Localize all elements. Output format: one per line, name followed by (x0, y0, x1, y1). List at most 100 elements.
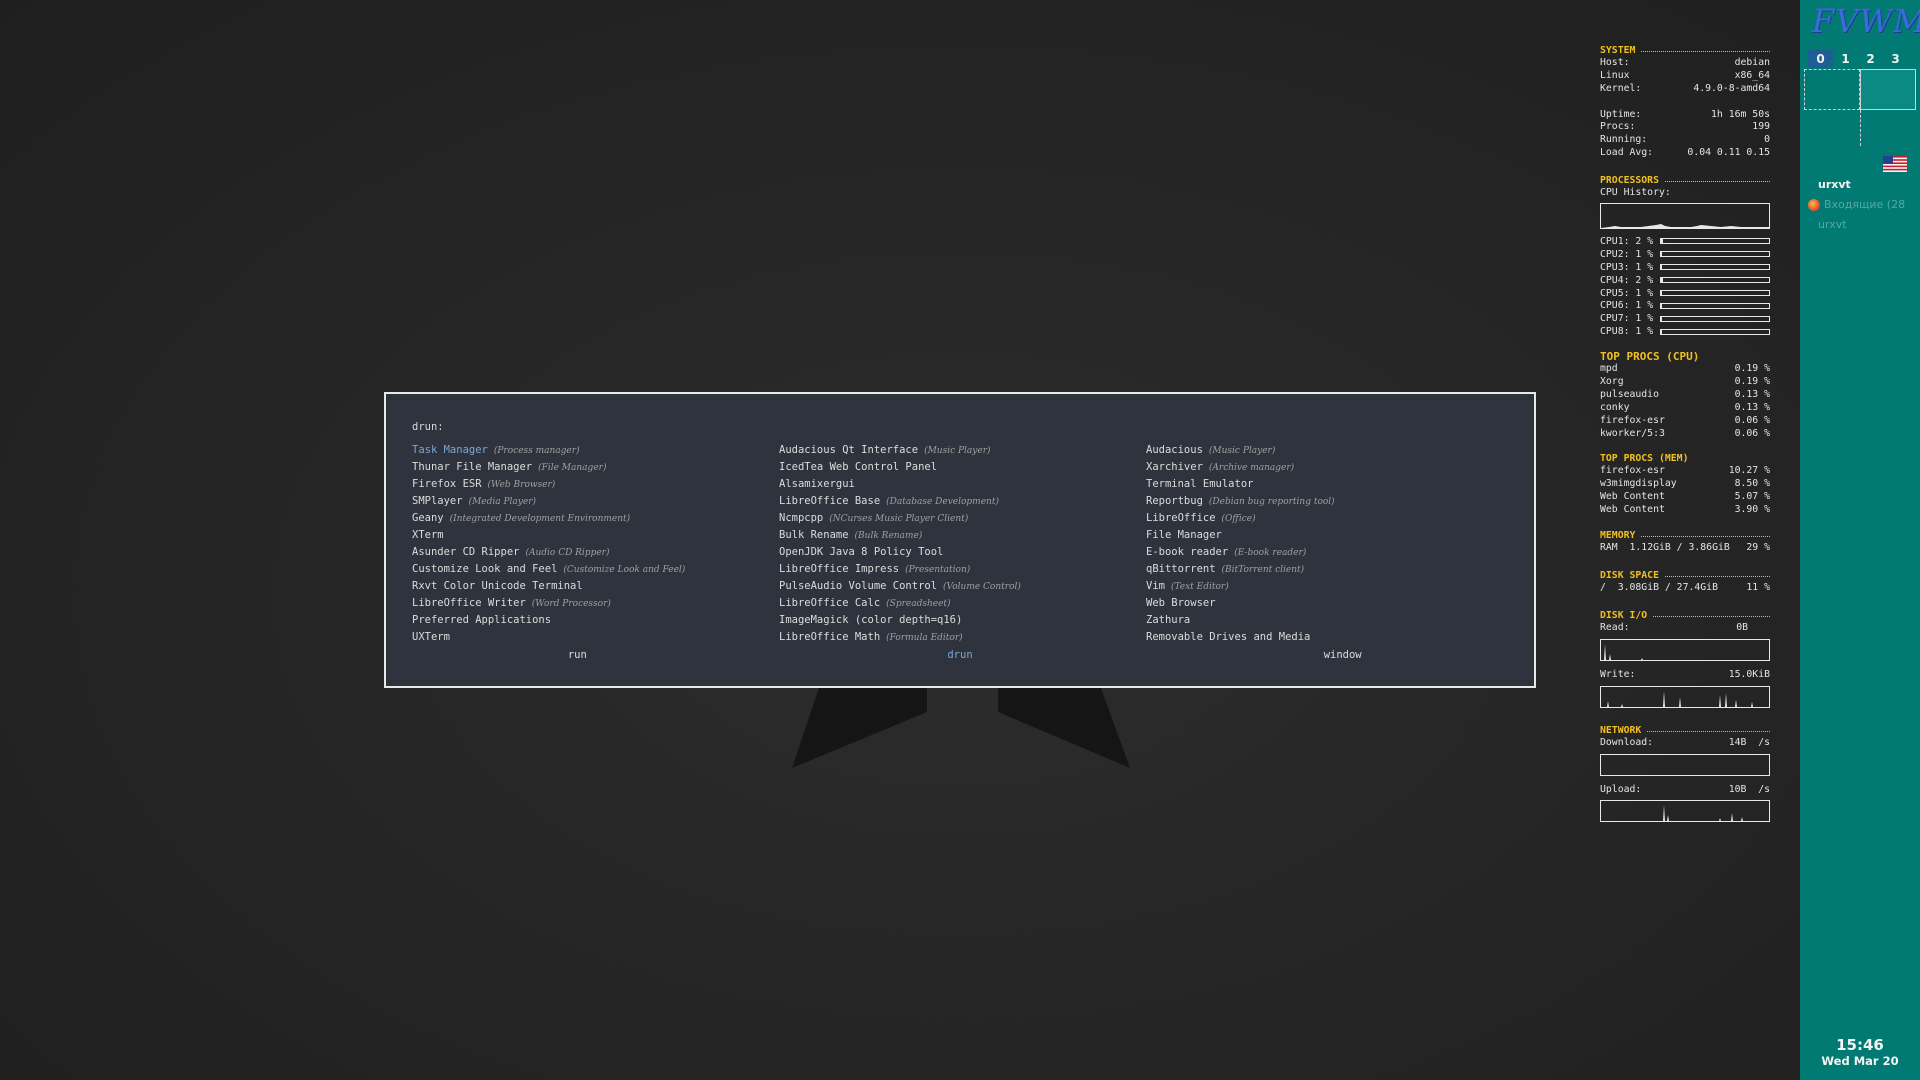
us-flag-icon[interactable] (1883, 156, 1907, 172)
rofi-entry-name: LibreOffice (1146, 512, 1216, 524)
rofi-entry[interactable]: Asunder CD Ripper (Audio CD Ripper) (412, 544, 779, 561)
rofi-mode-window[interactable]: window (1151, 649, 1534, 661)
top-mem-process-row: firefox-esr 10.27 % (1600, 465, 1770, 477)
cpu-label: CPU3: 1 % (1600, 261, 1654, 273)
rofi-entry[interactable]: Zathura (1146, 612, 1516, 629)
section-header-system: SYSTEM (1600, 44, 1770, 57)
desk-tab-2[interactable]: 2 (1858, 50, 1883, 68)
system-info-row: Linux x86_64 (1600, 69, 1770, 81)
top-cpu-process-row: pulseaudio 0.13 % (1600, 388, 1770, 400)
rofi-entry-description: (Text Editor) (1170, 582, 1229, 592)
rofi-entry[interactable]: Alsamixergui (779, 476, 1146, 493)
rofi-entry[interactable]: LibreOffice Writer (Word Processor) (412, 595, 779, 612)
desk-tab-3[interactable]: 3 (1883, 50, 1908, 68)
rofi-entry[interactable]: Task Manager (Process manager) (412, 442, 779, 459)
section-header-top-mem: TOP PROCS (MEM) (1600, 453, 1689, 465)
clock[interactable]: 15:46 Wed Mar 20 (1800, 1036, 1920, 1068)
rofi-entry-name: Thunar File Manager (412, 461, 533, 473)
system-info-row: Running: 0 (1600, 134, 1770, 146)
rofi-entry-description: (BitTorrent client) (1221, 565, 1305, 575)
rofi-entry-name: Customize Look and Feel (412, 563, 558, 575)
rofi-entry-name: Removable Drives and Media (1146, 631, 1311, 643)
taskbar-item-firefox[interactable]: Входящие (28 (1808, 198, 1905, 211)
rofi-entry[interactable]: Vim (Text Editor) (1146, 578, 1516, 595)
rofi-entry[interactable]: OpenJDK Java 8 Policy Tool (779, 544, 1146, 561)
rofi-entry[interactable]: LibreOffice Math (Formula Editor) (779, 629, 1146, 646)
rofi-entry[interactable]: Firefox ESR (Web Browser) (412, 476, 779, 493)
rofi-mode-run[interactable]: run (386, 649, 769, 661)
rofi-entry-description: (Integrated Development Environment) (449, 514, 631, 524)
rofi-app-list: Task Manager (Process manager) Thunar File… (412, 442, 1516, 646)
rofi-entry[interactable]: XTerm (412, 527, 779, 544)
rofi-entry-name: Xarchiver (1146, 461, 1203, 473)
rofi-entry[interactable]: Xarchiver (Archive manager) (1146, 459, 1516, 476)
rofi-entry[interactable]: Thunar File Manager (File Manager) (412, 459, 779, 476)
taskbar-item-urxvt-2[interactable]: urxvt (1818, 218, 1847, 231)
rofi-entry[interactable]: PulseAudio Volume Control (Volume Control… (779, 578, 1146, 595)
rofi-entry[interactable]: Audacious (Music Player) (1146, 442, 1516, 459)
rofi-entry[interactable]: Terminal Emulator (1146, 476, 1516, 493)
rofi-entry-name: Audacious (1146, 444, 1203, 456)
desk-tab-0[interactable]: 0 (1808, 50, 1833, 68)
system-info-row: Host: debian (1600, 57, 1770, 68)
rofi-entry-name: LibreOffice Impress (779, 563, 900, 575)
rofi-entry-name: LibreOffice Writer (412, 597, 526, 609)
rofi-entry-name: E-book reader (1146, 546, 1229, 558)
section-header-network: NETWORK (1600, 724, 1770, 737)
rofi-entry[interactable]: ImageMagick (color depth=q16) (779, 612, 1146, 629)
pager-page-1[interactable] (1804, 69, 1860, 110)
taskbar-item-urxvt[interactable]: urxvt (1818, 178, 1851, 191)
rofi-entry[interactable]: UXTerm (412, 629, 779, 646)
rofi-entry-name: File Manager (1146, 529, 1222, 541)
section-header-processors: PROCESSORS (1600, 174, 1770, 187)
rofi-entry-description: (NCurses Music Player Client) (829, 514, 969, 524)
rofi-entry[interactable]: Reportbug (Debian bug reporting tool) (1146, 493, 1516, 510)
rofi-entry-description: (Office) (1221, 514, 1256, 524)
desk-tab-1[interactable]: 1 (1833, 50, 1858, 68)
rofi-entry[interactable]: Rxvt Color Unicode Terminal (412, 578, 779, 595)
rofi-entry[interactable]: LibreOffice Calc (Spreadsheet) (779, 595, 1146, 612)
clock-time: 15:46 (1836, 1036, 1884, 1054)
rofi-entry-description: (Archive manager) (1208, 463, 1295, 473)
cpu-usage-bar (1660, 315, 1770, 322)
disk-usage: / 3.08GiB / 27.4GiB 11 % (1600, 581, 1770, 593)
rofi-entry[interactable]: Audacious Qt Interface (Music Player) (779, 442, 1146, 459)
cpu-usage-row: CPU7: 1 % (1600, 312, 1770, 325)
rofi-entry-name: UXTerm (412, 631, 450, 643)
cpu-label: CPU2: 1 % (1600, 248, 1654, 260)
rofi-entry[interactable]: LibreOffice (Office) (1146, 510, 1516, 527)
rofi-entry[interactable]: Bulk Rename (Bulk Rename) (779, 527, 1146, 544)
rofi-entry[interactable]: File Manager (1146, 527, 1516, 544)
rofi-prompt[interactable]: drun: (412, 421, 444, 433)
rofi-entry[interactable]: Customize Look and Feel (Customize Look a… (412, 561, 779, 578)
net-upload: Upload: 10B /s (1600, 783, 1770, 795)
rofi-entry[interactable]: qBittorrent (BitTorrent client) (1146, 561, 1516, 578)
desk-tabs: 0123 (1808, 50, 1908, 68)
pager-page-2[interactable] (1860, 69, 1916, 110)
rofi-entry-name: qBittorrent (1146, 563, 1216, 575)
rofi-entry-name: LibreOffice Base (779, 495, 881, 507)
rofi-entry-name: Ncmpcpp (779, 512, 824, 524)
rofi-entry[interactable]: Geany (Integrated Development Environment… (412, 510, 779, 527)
rofi-entry[interactable]: Web Browser (1146, 595, 1516, 612)
rofi-entry[interactable]: Preferred Applications (412, 612, 779, 629)
rofi-entry[interactable]: Ncmpcpp (NCurses Music Player Client) (779, 510, 1146, 527)
section-header-memory: MEMORY (1600, 529, 1770, 542)
rofi-entry[interactable]: LibreOffice Base (Database Development) (779, 493, 1146, 510)
rofi-entry-name: Vim (1146, 580, 1165, 592)
desk-pager[interactable] (1804, 69, 1916, 110)
rofi-entry-description: (Database Development) (886, 497, 999, 507)
rofi-entry[interactable]: LibreOffice Impress (Presentation) (779, 561, 1146, 578)
firefox-icon (1808, 198, 1820, 211)
rofi-entry[interactable]: Removable Drives and Media (1146, 629, 1516, 646)
conky-monitor: SYSTEM Host: debian Linux x86_64 Kernel: 4.9.… (1600, 44, 1770, 828)
rofi-entry[interactable]: IcedTea Web Control Panel (779, 459, 1146, 476)
ram-usage: RAM 1.12GiB / 3.86GiB 29 % (1600, 542, 1770, 554)
rofi-entry-name: OpenJDK Java 8 Policy Tool (779, 546, 944, 558)
cpu-usage-fill (1661, 278, 1664, 283)
rofi-entry[interactable]: SMPlayer (Media Player) (412, 493, 779, 510)
cpu-usage-fill (1661, 252, 1663, 257)
rofi-entry[interactable]: E-book reader (E-book reader) (1146, 544, 1516, 561)
disk-read: Read: 0B (1600, 621, 1748, 633)
rofi-mode-drun[interactable]: drun (769, 649, 1152, 661)
